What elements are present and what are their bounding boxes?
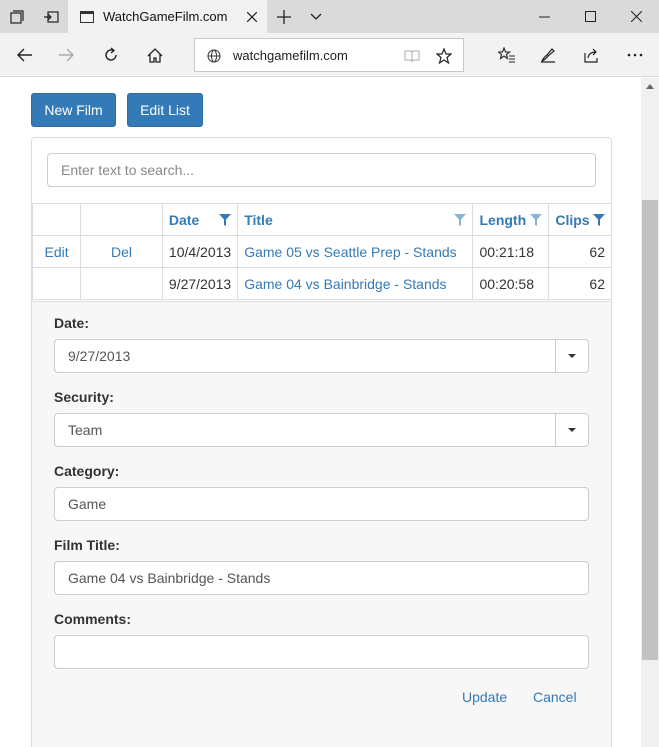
tab-preview-chevron-icon[interactable]	[299, 0, 333, 33]
row-length: 00:20:58	[472, 267, 550, 300]
comments-field[interactable]	[54, 635, 589, 669]
film-title-label: Film Title:	[54, 537, 120, 553]
date-field[interactable]: 9/27/2013	[54, 339, 589, 373]
security-select[interactable]: Team	[54, 413, 589, 447]
table-row[interactable]: Edit Del 10/4/2013 Game 05 vs Seattle Pr…	[31, 235, 612, 268]
share-icon[interactable]	[570, 33, 614, 77]
delete-row-link[interactable]: Del	[80, 235, 163, 268]
column-header-length[interactable]: Length	[472, 203, 550, 236]
film-title-field[interactable]: Game 04 vs Bainbridge - Stands	[54, 561, 589, 595]
chevron-down-icon	[568, 428, 576, 432]
grid-header-row: Date Title Length Clips	[31, 203, 612, 236]
close-tab-icon[interactable]	[237, 11, 267, 22]
table-row[interactable]: 9/27/2013 Game 04 vs Bainbridge - Stands…	[31, 267, 612, 300]
scroll-up-arrow-icon[interactable]	[641, 78, 659, 94]
url-text: watchgamefilm.com	[233, 48, 348, 63]
category-value: Game	[68, 496, 107, 512]
tab-actions-icon[interactable]	[0, 0, 34, 33]
new-tab-icon[interactable]	[267, 0, 301, 33]
favorites-hub-icon[interactable]	[485, 33, 529, 77]
edit-list-button[interactable]: Edit List	[127, 93, 203, 127]
security-value: Team	[68, 422, 103, 438]
forward-arrow-icon[interactable]	[45, 33, 89, 77]
column-header-date[interactable]: Date	[161, 203, 239, 236]
edit-row-link[interactable]: Edit	[31, 235, 82, 268]
security-dropdown-button[interactable]	[555, 414, 588, 446]
column-header-title-label: Title	[244, 211, 273, 228]
row-date: 9/27/2013	[161, 267, 239, 300]
row-clips: 62	[548, 235, 612, 268]
tab-title: WatchGameFilm.com	[103, 9, 228, 24]
row-clips: 62	[548, 267, 612, 300]
refresh-icon[interactable]	[89, 33, 133, 77]
page-viewport: New Film Edit List Enter text to search.…	[0, 78, 641, 747]
column-header-edit	[31, 203, 82, 236]
reading-view-icon[interactable]	[403, 47, 421, 65]
delete-row-link[interactable]	[80, 267, 163, 300]
column-header-title[interactable]: Title	[237, 203, 474, 236]
page-icon	[80, 10, 94, 23]
search-input[interactable]: Enter text to search...	[47, 153, 596, 187]
category-field[interactable]: Game	[54, 487, 589, 521]
column-header-del	[80, 203, 163, 236]
security-label: Security:	[54, 389, 114, 405]
home-icon[interactable]	[133, 33, 177, 77]
search-placeholder: Enter text to search...	[61, 162, 195, 178]
cancel-button[interactable]: Cancel	[533, 689, 577, 705]
row-title-link[interactable]: Game 04 vs Bainbridge - Stands	[237, 267, 474, 300]
column-header-clips[interactable]: Clips	[548, 203, 612, 236]
url-field[interactable]: watchgamefilm.com	[194, 38, 464, 72]
browser-titlebar: WatchGameFilm.com	[0, 0, 659, 33]
date-label: Date:	[54, 315, 90, 331]
favorite-star-icon[interactable]	[435, 47, 453, 65]
minimize-icon[interactable]	[521, 0, 567, 33]
column-header-length-label: Length	[479, 211, 527, 228]
set-tabs-aside-icon[interactable]	[34, 0, 68, 33]
edit-film-form: Date: 9/27/2013 Security: Team Category:…	[32, 301, 611, 747]
address-bar: watchgamefilm.com	[0, 33, 659, 77]
back-arrow-icon[interactable]	[2, 33, 46, 77]
scrollbar-thumb[interactable]	[642, 200, 658, 660]
vertical-scrollbar[interactable]	[641, 78, 659, 747]
length-filter-icon[interactable]	[530, 213, 543, 226]
film-title-value: Game 04 vs Bainbridge - Stands	[68, 570, 271, 586]
maximize-icon[interactable]	[567, 0, 613, 33]
date-dropdown-button[interactable]	[555, 340, 588, 372]
row-title-link[interactable]: Game 05 vs Seattle Prep - Stands	[237, 235, 474, 268]
row-date: 10/4/2013	[161, 235, 239, 268]
edit-row-link[interactable]	[31, 267, 82, 300]
active-tab[interactable]: WatchGameFilm.com	[68, 0, 267, 33]
film-grid-panel: Enter text to search... Date Title Lengt…	[31, 137, 612, 747]
column-header-date-label: Date	[168, 211, 200, 228]
film-grid: Date Title Length Clips Edit Del 10/4/20…	[31, 203, 612, 300]
chevron-down-icon	[568, 354, 576, 358]
comments-label: Comments:	[54, 611, 132, 627]
column-header-clips-label: Clips	[555, 211, 590, 228]
date-filter-icon[interactable]	[219, 213, 232, 226]
update-button[interactable]: Update	[462, 689, 507, 705]
category-label: Category:	[54, 463, 120, 479]
more-options-icon[interactable]	[613, 33, 657, 77]
row-length: 00:21:18	[472, 235, 550, 268]
close-window-icon[interactable]	[613, 0, 659, 33]
date-value: 9/27/2013	[68, 348, 131, 364]
title-filter-icon[interactable]	[454, 213, 467, 226]
globe-icon	[205, 47, 223, 65]
clips-filter-icon[interactable]	[593, 213, 605, 226]
web-note-pen-icon[interactable]	[526, 33, 570, 77]
new-film-button[interactable]: New Film	[31, 93, 116, 127]
